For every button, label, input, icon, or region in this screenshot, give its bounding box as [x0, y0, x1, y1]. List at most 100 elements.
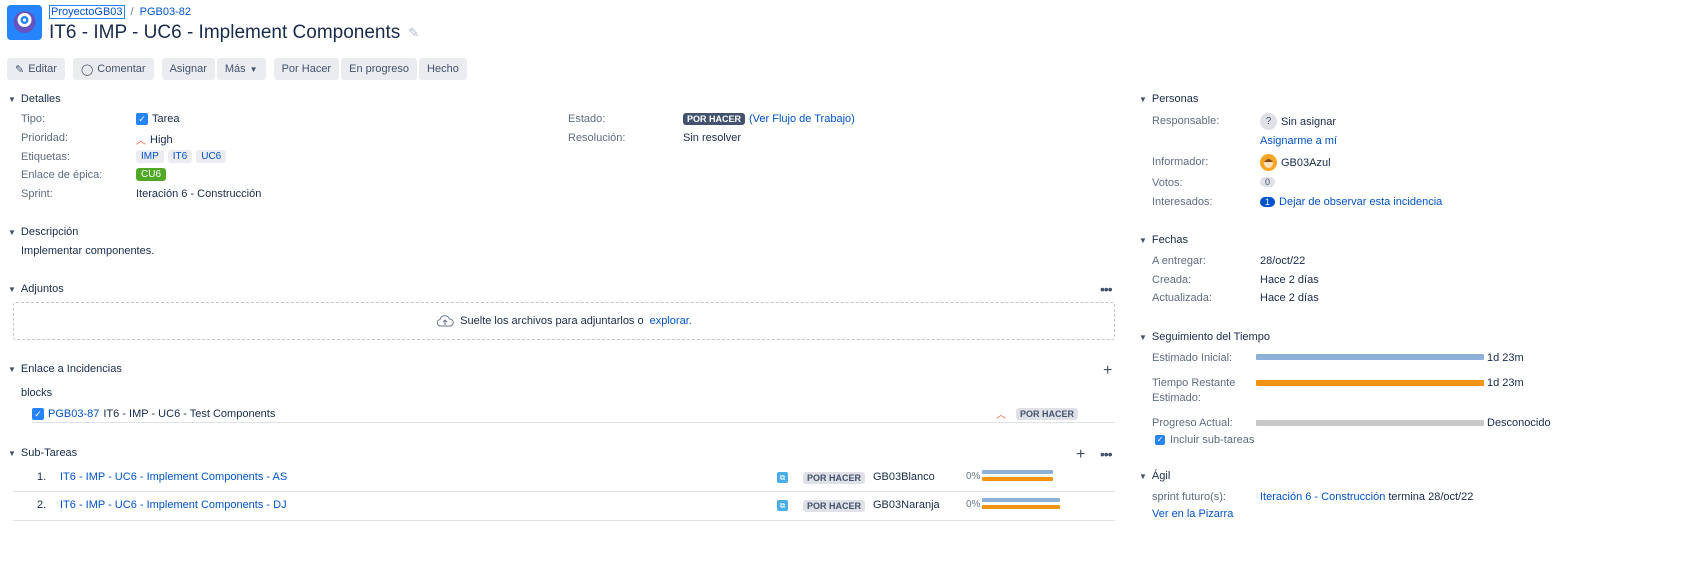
breadcrumb: ProyectoGB03 / PGB03-82 — [49, 5, 191, 19]
time-tracking-section-toggle[interactable]: ▼ Seguimiento del Tiempo — [1139, 331, 1270, 343]
details-section-toggle[interactable]: ▼ Detalles — [8, 93, 61, 105]
todo-transition-button[interactable]: Por Hacer — [273, 58, 340, 80]
stop-watching-link[interactable]: Dejar de observar esta incidencia — [1279, 196, 1442, 208]
subtasks-section-toggle[interactable]: ▼ Sub-Tareas — [8, 447, 77, 459]
labels-list: IMP IT6 UC6 — [136, 150, 227, 163]
label-tag[interactable]: IMP — [136, 150, 164, 163]
reporter-name: GB03Azul — [1281, 156, 1331, 169]
task-type-icon: ✓ — [136, 113, 148, 125]
linked-issue-row[interactable]: ✓ PGB03-87 IT6 - IMP - UC6 - Test Compon… — [32, 405, 1115, 423]
dates-heading: Fechas — [1151, 234, 1188, 246]
view-workflow-link[interactable]: (Ver Flujo de Trabajo) — [749, 113, 855, 125]
subtasks-more-icon[interactable]: ••• — [1100, 446, 1113, 462]
type-value-text: Tarea — [152, 113, 180, 125]
sprint-label: Sprint: — [21, 188, 53, 200]
subtask-number: 1. — [37, 471, 47, 483]
agile-section-toggle[interactable]: ▼ Ágil — [1139, 470, 1170, 482]
watchers-count[interactable]: 1 — [1260, 197, 1276, 207]
watchers-value: 1 Dejar de observar esta incidencia — [1260, 196, 1442, 208]
subtask-status: POR HACER — [803, 500, 866, 512]
epic-link-lozenge[interactable]: CU6 — [136, 168, 167, 181]
subtask-row[interactable]: 2. IT6 - IMP - UC6 - Implement Component… — [13, 494, 1115, 521]
attachments-dropzone[interactable]: Suelte los archivos para adjuntarlos o e… — [13, 302, 1115, 340]
assignee-label: Responsable: — [1152, 115, 1220, 127]
priority-value-text: High — [150, 133, 173, 146]
time-spent-label: Progreso Actual: — [1152, 417, 1233, 429]
subtask-summary-link[interactable]: IT6 - IMP - UC6 - Implement Components -… — [60, 471, 287, 483]
breadcrumb-separator: / — [130, 6, 134, 18]
people-section-toggle[interactable]: ▼ Personas — [1139, 93, 1198, 105]
issue-title[interactable]: IT6 - IMP - UC6 - Implement Components — [49, 22, 400, 44]
chevron-down-icon: ▼ — [1139, 94, 1147, 104]
subtask-row[interactable]: 1. IT6 - IMP - UC6 - Implement Component… — [13, 466, 1115, 492]
unassigned-avatar-icon: ? — [1260, 113, 1277, 130]
subtasks-heading: Sub-Tareas — [20, 447, 78, 459]
created-label: Creada: — [1152, 274, 1192, 286]
sprint-end-text: termina 28/oct/22 — [1388, 491, 1474, 503]
chevron-down-icon: ▼ — [8, 448, 16, 458]
updated-label: Actualizada: — [1152, 292, 1212, 304]
comment-button-label: Comentar — [97, 63, 146, 75]
attachments-section-toggle[interactable]: ▼ Adjuntos — [8, 283, 64, 295]
edit-button-label: Editar — [28, 63, 57, 75]
remaining-estimate-value: 1d 23m — [1487, 377, 1524, 389]
assign-button[interactable]: Asignar — [161, 58, 215, 80]
subtask-progress-text: 0% — [966, 499, 981, 510]
created-value: Hace 2 días — [1260, 274, 1319, 286]
label-tag[interactable]: UC6 — [196, 150, 227, 163]
priority-label: Prioridad: — [21, 132, 69, 144]
time-tracking-heading: Seguimiento del Tiempo — [1151, 331, 1270, 343]
more-button[interactable]: Más ▼ — [216, 58, 266, 80]
attachments-more-icon[interactable]: ••• — [1100, 281, 1113, 297]
more-button-label: Más — [224, 63, 246, 75]
comment-button[interactable]: ◯ Comentar — [72, 58, 154, 80]
remaining-estimate-bar — [1256, 380, 1484, 386]
assign-to-me-link[interactable]: Asignarme a mí — [1260, 135, 1337, 147]
issue-toolbar: ✎ Editar ◯ Comentar Asignar Más ▼ Por Hacer… — [7, 58, 475, 80]
subtask-estimate-bar — [982, 498, 1060, 502]
add-subtask-plus-icon[interactable]: + — [1076, 446, 1085, 464]
issue-links-section-toggle[interactable]: ▼ Enlace a Incidencias — [8, 363, 122, 375]
linked-issue-key-link[interactable]: PGB03-87 — [48, 408, 99, 420]
include-subtasks-checkbox[interactable]: ✓ Incluir sub-tareas — [1155, 434, 1254, 446]
view-on-board-link[interactable]: Ver en la Pizarra — [1152, 508, 1233, 520]
chevron-down-icon: ▼ — [249, 64, 258, 74]
in-progress-transition-button[interactable]: En progreso — [341, 58, 418, 80]
subtask-status: POR HACER — [803, 472, 866, 484]
due-date-label: A entregar: — [1152, 255, 1206, 267]
chevron-down-icon: ▼ — [8, 227, 16, 237]
original-estimate-bar — [1256, 354, 1484, 360]
project-avatar[interactable] — [7, 5, 42, 40]
votes-count[interactable]: 0 — [1260, 177, 1276, 187]
description-text[interactable]: Implementar componentes. — [21, 245, 154, 257]
task-type-icon: ✓ — [32, 407, 44, 420]
time-spent-bar — [1256, 420, 1484, 426]
chevron-down-icon: ▼ — [1139, 235, 1147, 245]
comment-icon: ◯ — [80, 63, 94, 76]
sprint-link[interactable]: Iteración 6 - Construcción — [1260, 491, 1385, 503]
priority-high-icon: ︿ — [996, 410, 1006, 421]
done-transition-button[interactable]: Hecho — [419, 58, 467, 80]
breadcrumb-project-link[interactable]: ProyectoGB03 — [49, 5, 125, 19]
include-subtasks-label: Incluir sub-tareas — [1170, 434, 1255, 446]
edit-pencil-icon[interactable]: ✎ — [408, 25, 419, 41]
linked-issue-summary[interactable]: IT6 - IMP - UC6 - Test Components — [103, 408, 275, 420]
linked-issue-status: POR HACER — [1016, 407, 1079, 420]
label-tag[interactable]: IT6 — [167, 150, 193, 163]
updated-value: Hace 2 días — [1260, 292, 1319, 304]
add-link-plus-icon[interactable]: + — [1103, 362, 1112, 380]
checkbox-checked-icon[interactable]: ✓ — [1155, 435, 1165, 445]
issue-title-row: IT6 - IMP - UC6 - Implement Components ✎ — [49, 22, 419, 44]
dates-section-toggle[interactable]: ▼ Fechas — [1139, 234, 1188, 246]
edit-button[interactable]: ✎ Editar — [7, 58, 65, 80]
browse-link[interactable]: explorar. — [650, 315, 692, 327]
subtask-remaining-bar — [982, 505, 1060, 509]
resolution-value: Sin resolver — [683, 132, 742, 144]
subtask-summary-link[interactable]: IT6 - IMP - UC6 - Implement Components -… — [60, 499, 287, 511]
original-estimate-value: 1d 23m — [1487, 352, 1524, 364]
subtask-type-icon: ⧉ — [777, 472, 788, 483]
chevron-down-icon: ▼ — [8, 94, 16, 104]
time-spent-value: Desconocido — [1487, 417, 1551, 429]
description-section-toggle[interactable]: ▼ Descripción — [8, 226, 78, 238]
breadcrumb-issue-key-link[interactable]: PGB03-82 — [140, 6, 191, 18]
